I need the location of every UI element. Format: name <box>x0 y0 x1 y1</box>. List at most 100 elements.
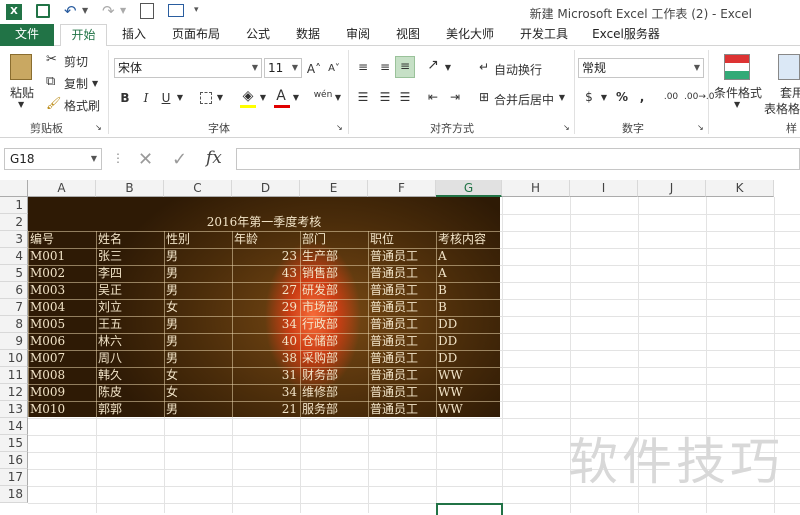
table-cell[interactable]: DD <box>436 316 500 333</box>
merge-center-icon[interactable]: ⊞ <box>476 88 492 106</box>
conditional-dropdown-icon[interactable]: ▼ <box>734 100 740 109</box>
table-cell[interactable]: 女 <box>164 384 232 401</box>
row-header-13[interactable]: 13 <box>0 401 28 418</box>
table-header-cell[interactable]: 性别 <box>164 231 232 248</box>
enter-icon[interactable]: ✓ <box>172 149 187 170</box>
table-cell[interactable]: B <box>436 299 500 316</box>
table-cell[interactable]: 刘立 <box>96 299 164 316</box>
table-cell[interactable]: 27 <box>232 282 300 299</box>
table-cell[interactable]: 男 <box>164 265 232 282</box>
table-cell[interactable]: M006 <box>28 333 96 350</box>
cancel-icon[interactable]: ✕ <box>138 149 153 170</box>
clipboard-launcher-icon[interactable]: ↘ <box>95 123 102 132</box>
font-launcher-icon[interactable]: ↘ <box>336 123 343 132</box>
table-cell[interactable]: 生产部 <box>300 248 368 265</box>
tab-data[interactable]: 数据 <box>288 24 328 46</box>
undo-icon[interactable]: ↶ <box>64 2 77 20</box>
column-header-c[interactable]: C <box>164 180 232 197</box>
tab-excel-server[interactable]: Excel服务器 <box>586 24 666 46</box>
redo-dropdown-icon[interactable]: ▼ <box>120 6 126 15</box>
tab-beautify[interactable]: 美化大师 <box>438 24 502 46</box>
align-top-icon[interactable]: ≡ <box>354 58 372 76</box>
table-cell[interactable]: 行政部 <box>300 316 368 333</box>
row-header-18[interactable]: 18 <box>0 486 28 503</box>
table-cell[interactable]: B <box>436 282 500 299</box>
wrap-text-icon[interactable]: ↵ <box>476 58 492 76</box>
table-cell[interactable]: M009 <box>28 384 96 401</box>
align-bottom-icon[interactable]: ≡ <box>395 56 415 78</box>
column-header-j[interactable]: J <box>638 180 706 197</box>
formula-bar-grip-icon[interactable]: ⋮ <box>112 151 124 165</box>
table-cell[interactable]: 23 <box>232 248 300 265</box>
table-cell[interactable]: M001 <box>28 248 96 265</box>
row-header-2[interactable]: 2 <box>0 214 28 231</box>
table-cell[interactable]: 郭郭 <box>96 401 164 417</box>
row-header-14[interactable]: 14 <box>0 418 28 435</box>
table-cell[interactable]: A <box>436 265 500 282</box>
accounting-dropdown-icon[interactable]: ▼ <box>600 89 608 107</box>
redo-icon[interactable]: ↷ <box>102 2 115 20</box>
table-cell[interactable]: 女 <box>164 299 232 316</box>
row-header-17[interactable]: 17 <box>0 469 28 486</box>
table-cell[interactable]: 40 <box>232 333 300 350</box>
phonetic-dropdown-icon[interactable]: ▼ <box>334 89 342 107</box>
table-header-cell[interactable]: 编号 <box>28 231 96 248</box>
accounting-format-icon[interactable]: $ <box>580 88 598 106</box>
table-cell[interactable]: 吴正 <box>96 282 164 299</box>
table-cell[interactable]: DD <box>436 350 500 367</box>
table-cell[interactable]: 男 <box>164 350 232 367</box>
borders-icon[interactable] <box>200 92 212 104</box>
save-icon[interactable] <box>36 4 50 18</box>
tab-view[interactable]: 视图 <box>388 24 428 46</box>
merge-center-button[interactable]: 合并后居中 <box>494 91 554 108</box>
decrease-decimal-icon[interactable]: .00→.0 <box>684 88 714 106</box>
bold-button[interactable]: B <box>118 89 132 107</box>
row-header-1[interactable]: 1 <box>0 197 28 214</box>
table-cell[interactable]: M005 <box>28 316 96 333</box>
tab-home[interactable]: 开始 <box>60 24 107 47</box>
formula-input[interactable] <box>236 148 800 170</box>
row-header-12[interactable]: 12 <box>0 384 28 401</box>
table-cell[interactable]: 普通员工 <box>368 384 436 401</box>
table-title[interactable]: 2016年第一季度考核 <box>28 214 500 231</box>
table-cell[interactable]: 普通员工 <box>368 248 436 265</box>
cut-icon[interactable]: ✂ <box>46 52 57 67</box>
tab-developer[interactable]: 开发工具 <box>512 24 576 46</box>
table-cell[interactable]: M008 <box>28 367 96 384</box>
row-header-9[interactable]: 9 <box>0 333 28 350</box>
copy-icon[interactable]: ⧉ <box>46 74 55 89</box>
font-size-combo[interactable]: 11 ▼ <box>264 58 302 78</box>
table-cell[interactable]: 张三 <box>96 248 164 265</box>
table-cell[interactable]: 男 <box>164 282 232 299</box>
table-cell[interactable]: 市场部 <box>300 299 368 316</box>
table-cell[interactable]: 陈皮 <box>96 384 164 401</box>
table-header-cell[interactable]: 部门 <box>300 231 368 248</box>
align-center-icon[interactable]: ☰ <box>376 88 394 106</box>
table-cell[interactable]: 普通员工 <box>368 265 436 282</box>
tab-formulas[interactable]: 公式 <box>238 24 278 46</box>
phonetic-button[interactable]: wén <box>312 86 334 104</box>
font-name-combo[interactable]: 宋体 ▼ <box>114 58 262 78</box>
fill-color-icon[interactable]: ◈ <box>240 87 256 105</box>
paste-icon[interactable] <box>10 54 32 80</box>
table-cell[interactable]: 男 <box>164 316 232 333</box>
table-cell[interactable]: 女 <box>164 367 232 384</box>
comma-button[interactable]: , <box>636 88 648 106</box>
table-cell[interactable]: M004 <box>28 299 96 316</box>
active-cell-g18[interactable] <box>436 503 503 515</box>
table-header-cell[interactable]: 考核内容 <box>436 231 500 248</box>
underline-dropdown-icon[interactable]: ▼ <box>176 89 184 107</box>
fill-dropdown-icon[interactable]: ▼ <box>259 89 267 107</box>
table-header-cell[interactable]: 姓名 <box>96 231 164 248</box>
align-left-icon[interactable]: ☰ <box>354 88 372 106</box>
conditional-formatting-button[interactable]: 条件格式 <box>714 84 762 101</box>
row-header-6[interactable]: 6 <box>0 282 28 299</box>
table-cell[interactable]: WW <box>436 367 500 384</box>
align-right-icon[interactable]: ☰ <box>396 88 414 106</box>
align-middle-icon[interactable]: ≡ <box>376 58 394 76</box>
table-cell[interactable]: M003 <box>28 282 96 299</box>
conditional-formatting-icon[interactable] <box>724 54 750 80</box>
column-header-g[interactable]: G <box>436 180 502 197</box>
table-cell[interactable]: 服务部 <box>300 401 368 417</box>
column-header-b[interactable]: B <box>96 180 164 197</box>
